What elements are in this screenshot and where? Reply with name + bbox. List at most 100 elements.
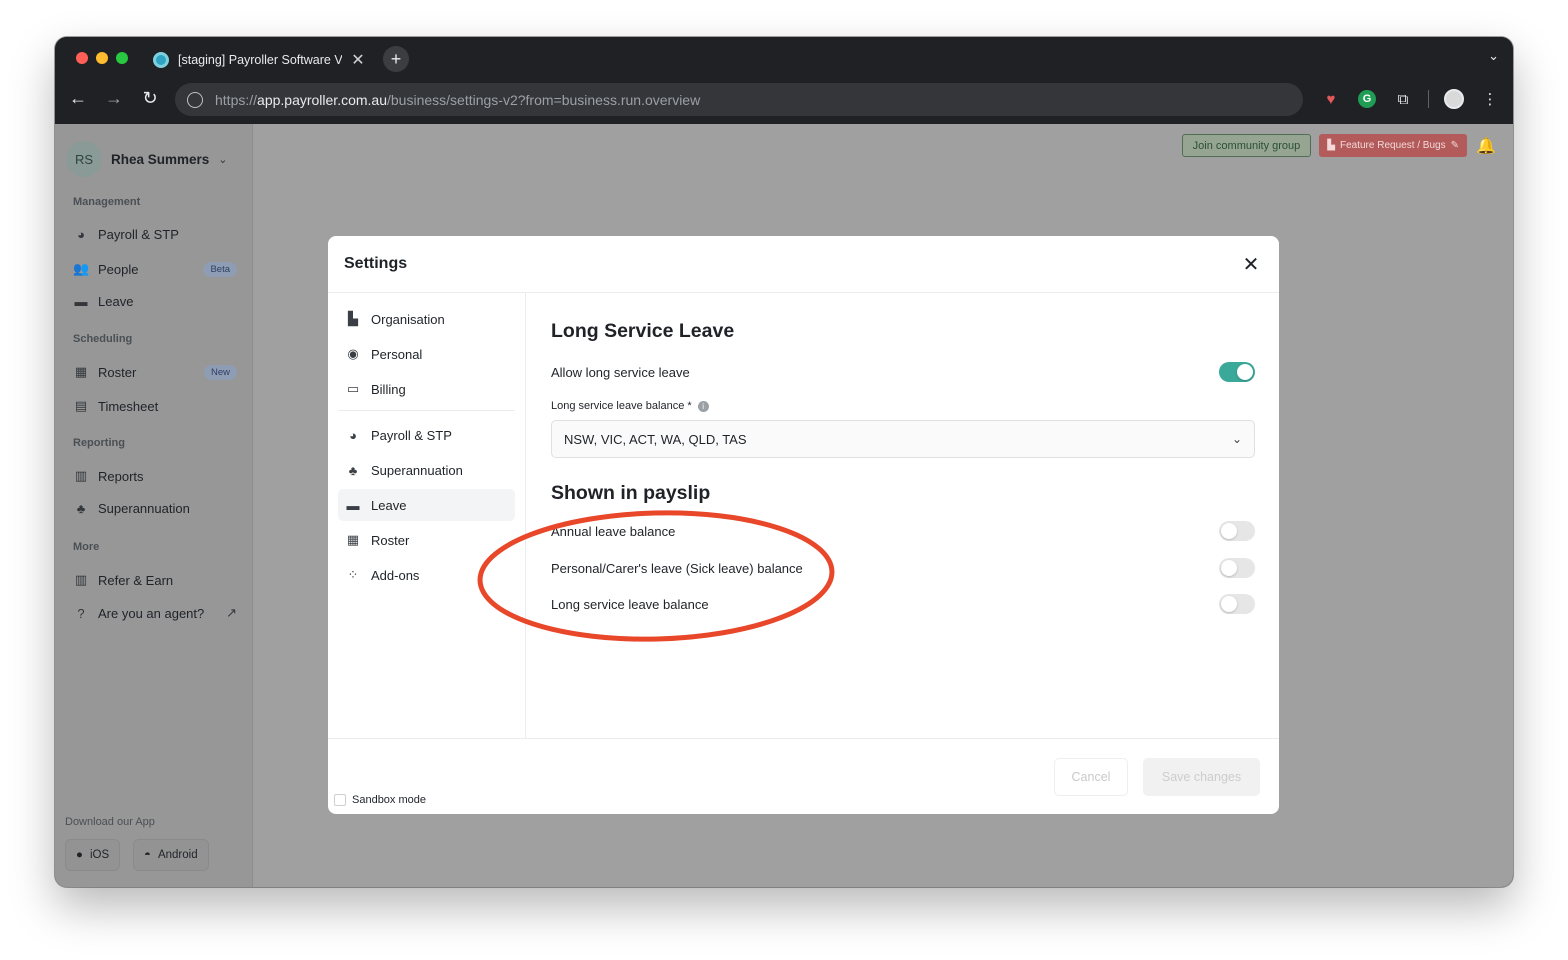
lsl-balance-select[interactable]: NSW, VIC, ACT, WA, QLD, TAS ⌄ [551,420,1255,458]
reports-icon: ▥ [74,468,88,483]
settings-content: Long Service Leave Allow long service le… [551,293,1255,616]
browser-menu-icon[interactable]: ⋮ [1479,88,1501,110]
section-scheduling: Scheduling [73,333,133,345]
nav-divider [338,410,515,411]
settings-nav-roster[interactable]: ▦ Roster [338,524,515,556]
reload-icon[interactable]: ↻ [139,88,161,109]
window-controls [76,52,128,64]
sidebar-item-label: Roster [98,364,137,380]
piggy-bank-icon: ♣ [76,501,86,516]
cancel-button[interactable]: Cancel [1054,758,1128,796]
back-icon[interactable]: ← [67,88,89,109]
settings-nav-personal[interactable]: ◉ Personal [338,338,515,370]
extensions-puzzle-icon[interactable]: ⧉ [1392,88,1414,110]
grammarly-icon: G [1358,90,1376,108]
android-app-button[interactable]: ◓ Android [133,839,209,871]
user-name: Rhea Summers [111,151,210,167]
allow-lsl-toggle[interactable] [1219,362,1255,382]
browser-chrome: [staging] Payroller Software V ✕ + ⌄ ← →… [55,37,1513,124]
extension-red-icon[interactable]: ♥ [1320,88,1342,110]
payslip-lsl-toggle[interactable] [1219,594,1255,614]
settings-nav-payroll[interactable]: ◕ Payroll & STP [338,419,515,451]
chevron-down-icon: ⌄ [218,153,228,166]
external-link-icon: ↗ [226,605,237,620]
sidebar-item-refer[interactable]: ▥ Refer & Earn [73,572,237,588]
ios-app-button[interactable]: ● iOS [65,839,121,871]
close-icon[interactable]: ✕ [1239,252,1263,276]
sidebar-item-label: People [98,261,139,277]
flag-icon: ▙ [1327,140,1335,151]
feature-request-button[interactable]: ▙ Feature Request / Bugs ✎ [1319,134,1467,157]
settings-nav-leave[interactable]: ▬ Leave [338,489,515,521]
avatar: RS [66,141,102,177]
new-tab-button[interactable]: + [383,46,409,72]
nav-item-label: Superannuation [371,462,463,478]
user-circle-icon: ◉ [347,346,359,361]
tab-close-icon[interactable]: ✕ [351,50,365,70]
sidebar-item-people[interactable]: 👥 People Beta [73,261,237,277]
people-icon: 👥 [73,261,90,276]
modal-header: Settings ✕ [328,236,1279,293]
toolbar-divider [1428,90,1429,108]
sidebar-item-superannuation[interactable]: ♣ Superannuation [73,501,237,516]
payslip-lsl-label: Long service leave balance [551,596,709,612]
minimize-window-button[interactable] [96,52,108,64]
briefcase-icon: ▬ [346,497,360,513]
briefcase-icon: ▬ [74,294,88,309]
bell-icon[interactable]: 🔔 [1475,136,1497,156]
payslip-annual-toggle[interactable] [1219,521,1255,541]
feature-request-label: Feature Request / Bugs [1339,140,1446,151]
sidebar-item-reports[interactable]: ▥ Reports [73,468,237,484]
grid-icon: ⁘ [347,567,359,582]
navigation-buttons: ← → ↻ [67,88,161,109]
sidebar-item-timesheet[interactable]: ▤ Timesheet [73,398,237,414]
modal-title: Settings [344,255,408,272]
refer-icon: ▥ [74,572,88,587]
settings-nav-billing[interactable]: ▭ Billing [338,373,515,405]
save-changes-button[interactable]: Save changes [1143,758,1260,796]
zoom-window-button[interactable] [116,52,128,64]
tab-title: [staging] Payroller Software V [178,53,342,67]
settings-modal: Settings ✕ ▙ Organisation ◉ Personal ▭ B… [328,236,1279,814]
extension-toolbar: ♥ G ⧉ ⋮ [1320,88,1501,110]
sidebar-item-roster[interactable]: ▦ Roster New [73,364,237,380]
url-text: https://app.payroller.com.au/business/se… [215,91,701,108]
settings-nav-organisation[interactable]: ▙ Organisation [338,303,515,335]
site-info-icon[interactable] [187,91,203,108]
sidebar-item-leave[interactable]: ▬ Leave [73,294,237,309]
settings-nav-superannuation[interactable]: ♣ Superannuation [338,454,515,486]
top-actions: Join community group ▙ Feature Request /… [1181,134,1497,157]
tab-search-chevron-icon[interactable]: ⌄ [1488,48,1499,64]
sidebar-item-payroll[interactable]: ◕ Payroll & STP [73,227,237,242]
app-viewport: RS Rhea Summers ⌄ Management ◕ Payroll &… [55,124,1513,887]
profile-button[interactable] [1443,88,1465,110]
forward-icon[interactable]: → [103,88,125,109]
sidebar-item-agent[interactable]: ? Are you an agent? ↗ [73,605,237,621]
settings-nav-addons[interactable]: ⁘ Add-ons [338,559,515,591]
nav-item-label: Organisation [371,311,445,327]
nav-item-label: Billing [371,381,406,397]
payroll-icon: ◕ [349,427,357,443]
address-bar[interactable]: https://app.payroller.com.au/business/se… [175,83,1303,116]
join-community-button[interactable]: Join community group [1181,134,1312,157]
section-more: More [73,541,100,553]
payslip-personal-label: Personal/Carer's leave (Sick leave) bala… [551,560,803,576]
lsl-balance-label-row: Long service leave balance * i [551,400,1255,412]
sandbox-checkbox[interactable] [334,794,346,806]
payslip-personal-toggle[interactable] [1219,558,1255,578]
payslip-annual-row: Annual leave balance [551,519,1255,543]
user-menu[interactable]: RS Rhea Summers ⌄ [66,141,228,177]
sidebar-item-label: Reports [98,468,144,484]
sidebar-item-label: Leave [98,294,134,309]
sandbox-mode[interactable]: Sandbox mode [334,794,426,806]
info-icon[interactable]: i [697,400,709,412]
nav-item-label: Roster [371,532,410,548]
nav-item-label: Leave [371,497,407,513]
long-service-leave-heading: Long Service Leave [551,320,735,342]
grammarly-extension-button[interactable]: G [1356,88,1378,110]
sidebar-item-label: Superannuation [98,501,190,516]
sidebar-item-label: Payroll & STP [98,227,179,242]
ios-label: iOS [89,849,110,861]
close-window-button[interactable] [76,52,88,64]
browser-tab[interactable]: [staging] Payroller Software V ✕ [143,45,375,75]
